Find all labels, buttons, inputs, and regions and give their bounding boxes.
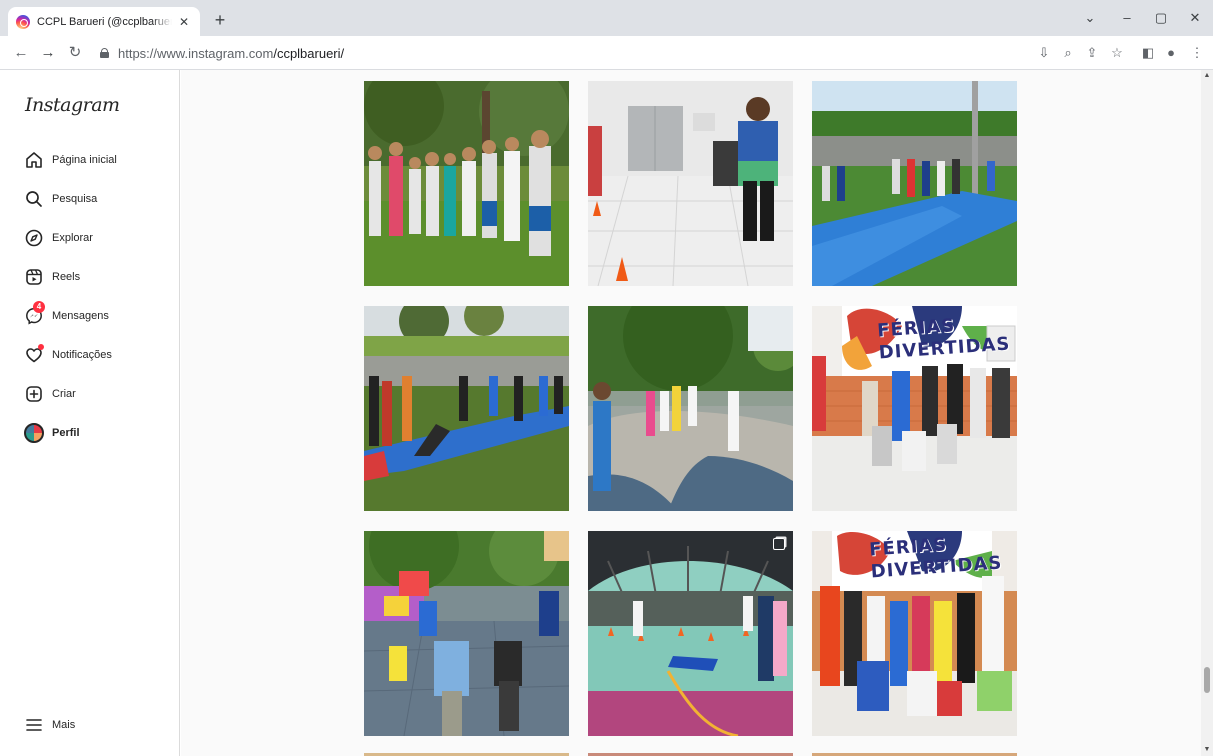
sidebar-item-label: Pesquisa xyxy=(52,193,98,205)
sidebar-item-label: Criar xyxy=(52,388,76,400)
sidebar-item-search[interactable]: Pesquisa xyxy=(24,187,97,211)
post-banner-text: FÉRIAS DIVERTIDAS xyxy=(868,534,1004,583)
sidebar-item-home[interactable]: Página inicial xyxy=(24,148,117,172)
minimize-button[interactable]: – xyxy=(1110,6,1144,30)
new-tab-button[interactable]: + xyxy=(209,9,231,31)
zoom-icon[interactable]: ⌕ xyxy=(1057,42,1079,64)
browser-tab[interactable]: CCPL Barueri (@ccplbarueri) • Fotos ✕ xyxy=(8,7,200,36)
sidebar-item-label: Mais xyxy=(52,719,76,731)
sidebar-item-profile[interactable]: Perfil xyxy=(24,421,80,445)
sidebar-item-label: Notificações xyxy=(52,349,112,361)
home-icon xyxy=(24,150,44,170)
post-thumbnail[interactable] xyxy=(364,531,569,736)
post-thumbnail[interactable]: FÉRIAS DIVERTIDAS xyxy=(812,306,1017,511)
hamburger-menu-icon xyxy=(24,715,44,735)
instagram-logo[interactable]: Instagram xyxy=(25,94,120,116)
profile-posts-grid: FÉRIAS DIVERTIDAS FÉRIAS DIVERTIDAS xyxy=(181,70,1201,756)
post-thumbnail[interactable] xyxy=(364,306,569,511)
post-thumbnail[interactable] xyxy=(588,306,793,511)
sidebar-item-label: Reels xyxy=(52,271,81,283)
compass-icon xyxy=(24,228,44,248)
instagram-favicon-icon xyxy=(16,14,30,29)
sidebar-item-messages[interactable]: 4 Mensagens xyxy=(24,301,109,328)
browser-toolbar: ← → ↻ https://www.instagram.com/ccplbaru… xyxy=(0,36,1213,70)
side-panel-icon[interactable]: ◧ xyxy=(1137,42,1159,64)
address-bar[interactable]: https://www.instagram.com/ccplbarueri/ xyxy=(94,41,1028,65)
url-path: /ccplbarueri/ xyxy=(273,45,345,61)
post-banner-text: FÉRIAS DIVERTIDAS xyxy=(876,315,1012,364)
bookmark-star-icon[interactable]: ☆ xyxy=(1106,42,1128,64)
avatar xyxy=(24,423,44,443)
post-thumbnail[interactable]: FÉRIAS DIVERTIDAS xyxy=(812,531,1017,736)
messages-count-badge: 4 xyxy=(33,301,45,313)
sidebar-item-label: Perfil xyxy=(52,427,80,439)
reels-icon xyxy=(24,267,44,287)
instagram-sidebar: Instagram Página inicial Pesquisa Explor… xyxy=(0,70,180,756)
post-thumbnail[interactable] xyxy=(588,531,793,736)
post-thumbnail[interactable] xyxy=(364,81,569,286)
sidebar-item-label: Mensagens xyxy=(52,310,109,322)
post-thumbnail[interactable] xyxy=(812,81,1017,286)
sidebar-item-create[interactable]: Criar xyxy=(24,382,76,406)
post-thumbnail[interactable] xyxy=(588,81,793,286)
tab-search-icon[interactable]: ⌄ xyxy=(1073,6,1107,30)
forward-arrow-icon[interactable]: → xyxy=(37,42,59,64)
close-window-button[interactable]: ✕ xyxy=(1178,6,1212,30)
sidebar-item-label: Página inicial xyxy=(52,154,117,166)
search-icon xyxy=(24,189,44,209)
tab-close-icon[interactable]: ✕ xyxy=(176,15,192,29)
sidebar-item-explore[interactable]: Explorar xyxy=(24,226,93,250)
sidebar-item-reels[interactable]: Reels xyxy=(24,265,80,289)
install-app-icon[interactable]: ⇩ xyxy=(1033,42,1055,64)
back-arrow-icon[interactable]: ← xyxy=(10,42,32,64)
heart-icon xyxy=(24,344,44,365)
scroll-down-arrow-icon[interactable]: ▼ xyxy=(1203,746,1211,753)
page-scrollbar[interactable]: ▲ ▼ xyxy=(1201,70,1213,756)
share-icon[interactable]: ⇪ xyxy=(1081,42,1103,64)
messenger-icon: 4 xyxy=(24,301,45,326)
scrollbar-thumb[interactable] xyxy=(1204,667,1210,693)
lock-icon xyxy=(100,48,109,58)
carousel-icon xyxy=(773,538,785,550)
menu-kebab-icon[interactable]: ⋮ xyxy=(1186,42,1208,64)
sidebar-item-notifications[interactable]: Notificações xyxy=(24,343,112,367)
sidebar-item-more[interactable]: Mais xyxy=(24,713,75,737)
reload-icon[interactable]: ↻ xyxy=(64,42,86,64)
carousel-icon xyxy=(997,313,1009,325)
profile-icon[interactable]: ● xyxy=(1160,42,1182,64)
scroll-up-arrow-icon[interactable]: ▲ xyxy=(1203,72,1211,79)
maximize-button[interactable]: ▢ xyxy=(1144,6,1178,30)
plus-square-icon xyxy=(24,384,44,404)
tab-title: CCPL Barueri (@ccplbarueri) • Fotos xyxy=(37,15,172,28)
browser-tab-bar: CCPL Barueri (@ccplbarueri) • Fotos ✕ + … xyxy=(0,0,1213,36)
url-host: https://www.instagram.com xyxy=(118,45,274,61)
notification-dot xyxy=(38,344,44,350)
sidebar-item-label: Explorar xyxy=(52,232,93,244)
